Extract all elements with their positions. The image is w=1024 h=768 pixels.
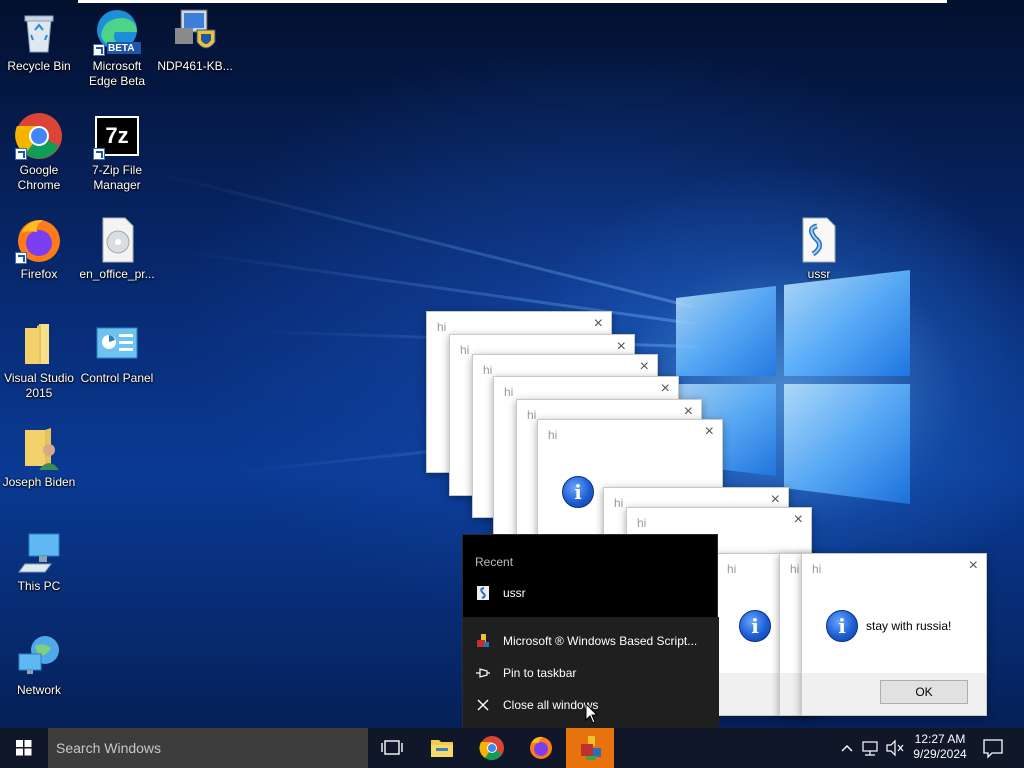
desktop-icon-chrome[interactable]: Google Chrome (0, 112, 78, 193)
start-button[interactable] (0, 728, 48, 768)
desktop-icon-this-pc[interactable]: This PC (0, 528, 78, 594)
installer-icon (171, 8, 219, 56)
firefox-icon (15, 216, 63, 264)
control-panel-icon (93, 320, 141, 368)
script-file-icon (795, 216, 843, 264)
tray-overflow-button[interactable] (838, 728, 856, 768)
7zip-icon: 7z (93, 112, 141, 160)
tray-network-button[interactable] (860, 728, 882, 768)
script-file-icon (477, 586, 489, 600)
desktop-icon-visual-studio[interactable]: Visual Studio 2015 (0, 320, 78, 401)
ok-button[interactable]: OK (880, 680, 968, 704)
desktop-icon-control-panel[interactable]: Control Panel (78, 320, 156, 386)
info-icon: i (562, 476, 594, 508)
file-explorer-icon (431, 740, 453, 757)
close-icon[interactable]: × (640, 358, 649, 376)
chevron-up-icon (841, 745, 853, 752)
dialog-message: stay with russia! (866, 619, 952, 633)
close-icon (477, 699, 489, 711)
clock-date: 9/29/2024 (913, 747, 967, 761)
user-folder-icon (15, 424, 63, 472)
info-icon: i (826, 610, 858, 642)
desktop-icon-office-iso[interactable]: en_office_pr... (78, 216, 156, 282)
taskbar-firefox[interactable] (517, 728, 565, 768)
desktop-icon-ussr[interactable]: ussr (780, 216, 858, 282)
message-dialog-front[interactable]: hi × i stay with russia! OK (801, 553, 987, 716)
close-icon[interactable]: × (594, 315, 603, 333)
recycle-bin-icon (15, 8, 63, 56)
shortcut-arrow-icon (15, 252, 27, 264)
network-status-icon (862, 741, 878, 756)
mouse-cursor-icon (585, 703, 599, 724)
windows-start-icon (16, 740, 32, 756)
jumplist-recent-item[interactable]: ussr (463, 578, 719, 608)
task-view-button[interactable] (368, 728, 416, 768)
wscript-icon (581, 736, 601, 760)
wallpaper-beam (149, 170, 694, 309)
tray-volume-button[interactable] (884, 728, 906, 768)
info-icon: i (739, 610, 771, 642)
jumplist-task-wscript[interactable]: Microsoft ® Windows Based Script... (463, 626, 719, 656)
edge-beta-icon: BETA (93, 8, 141, 56)
taskbar-clock[interactable]: 12:27 AM 9/29/2024 (908, 728, 972, 768)
taskbar-chrome[interactable] (468, 728, 516, 768)
shortcut-arrow-icon (93, 148, 105, 160)
shortcut-arrow-icon (93, 44, 105, 56)
notification-icon (983, 739, 1003, 759)
desktop-icon-ndp461[interactable]: NDP461-KB... (156, 8, 234, 74)
computer-icon (15, 528, 63, 576)
desktop-icon-network[interactable]: Network (0, 632, 78, 698)
desktop-icon-edge-beta[interactable]: BETA Microsoft Edge Beta (78, 8, 156, 89)
wscript-icon (477, 634, 489, 647)
taskbar-wscript-active[interactable] (566, 728, 614, 768)
close-icon[interactable]: × (969, 557, 978, 575)
network-icon (15, 632, 63, 680)
jumplist-section-header: Recent (475, 555, 514, 569)
chrome-icon (15, 112, 63, 160)
taskbar: Search Windows 12:27 AM 9/29/2024 (0, 728, 1024, 768)
shortcut-arrow-icon (15, 148, 27, 160)
close-icon[interactable]: × (794, 511, 803, 529)
task-view-icon (381, 740, 403, 755)
volume-muted-icon (886, 739, 904, 757)
firefox-icon (530, 736, 552, 759)
clock-time: 12:27 AM (914, 732, 966, 746)
jumplist-task-pin[interactable]: Pin to taskbar (463, 658, 719, 688)
taskbar-search-box[interactable]: Search Windows (48, 728, 368, 768)
search-placeholder: Search Windows (56, 740, 162, 756)
taskbar-file-explorer[interactable] (418, 728, 466, 768)
folder-icon (15, 320, 63, 368)
disc-image-icon (93, 216, 141, 264)
window-edge-strip (78, 0, 947, 3)
pin-icon (476, 668, 490, 678)
chrome-icon (479, 736, 504, 760)
desktop-icon-7zip[interactable]: 7z 7-Zip File Manager (78, 112, 156, 193)
desktop-icon-joseph-biden[interactable]: Joseph Biden (0, 424, 78, 490)
desktop-icon-firefox[interactable]: Firefox (0, 216, 78, 282)
action-center-button[interactable] (978, 728, 1008, 768)
taskbar-jump-list: Recent ussr Microsoft ® Windows Based Sc… (462, 534, 719, 729)
desktop-icon-recycle-bin[interactable]: Recycle Bin (0, 8, 78, 74)
close-icon[interactable]: × (661, 380, 670, 398)
close-icon[interactable]: × (705, 423, 714, 441)
